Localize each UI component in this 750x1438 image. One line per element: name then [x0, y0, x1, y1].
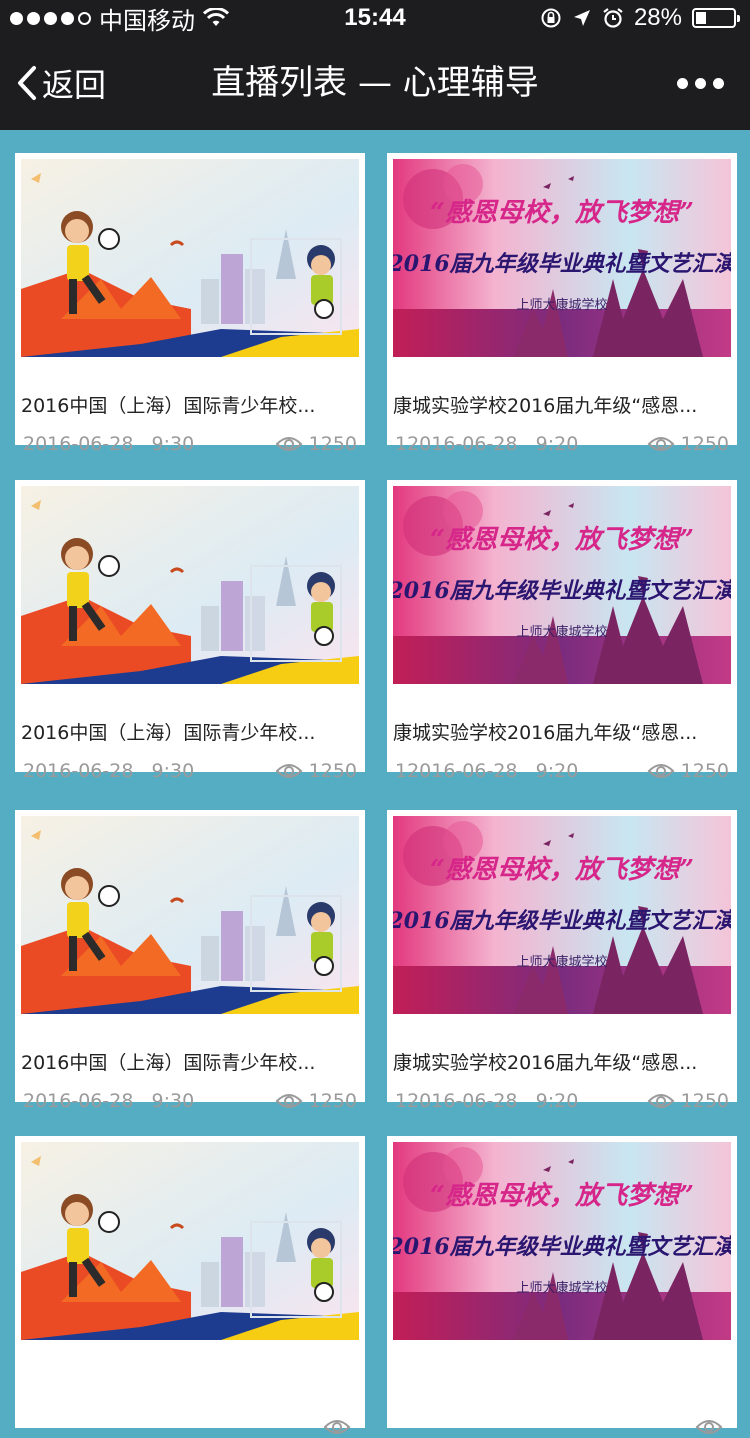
- live-card[interactable]: 2016中国（上海）国际青少年校... 2016-06-28 9:30 1250: [15, 810, 365, 1112]
- view-count: 1250: [647, 760, 729, 782]
- card-time: 9:30: [151, 760, 195, 782]
- card-meta: 12016-06-28 9:20 1250: [395, 1090, 729, 1112]
- view-count-value: 1250: [680, 433, 729, 455]
- view-count-value: 1250: [308, 433, 357, 455]
- card-time: 9:30: [151, 433, 195, 455]
- card-title: 2016中国（上海）国际青少年校...: [21, 395, 316, 417]
- card-time: 9:20: [535, 1090, 579, 1112]
- card-meta: 12016-06-28 9:20 1250: [395, 760, 729, 782]
- eye-icon: [647, 1094, 675, 1108]
- view-count: 1250: [275, 1090, 357, 1112]
- card-datetime: [395, 1416, 413, 1438]
- live-card[interactable]: [387, 1136, 737, 1434]
- card-date: 12016-06-28: [395, 760, 518, 782]
- navigation-bar: 返回 直播列表 — 心理辅导: [0, 36, 750, 130]
- card-title: 康城实验学校2016届九年级“感恩...: [393, 1052, 698, 1074]
- card-meta: 12016-06-28 9:20 1250: [395, 433, 729, 455]
- card-datetime: 12016-06-28 9:20: [395, 433, 578, 455]
- card-title: 康城实验学校2016届九年级“感恩...: [393, 395, 698, 417]
- soccer-thumbnail: [21, 816, 359, 1014]
- card-meta: 2016-06-28 9:30 1250: [23, 760, 357, 782]
- page-title: 直播列表 — 心理辅导: [211, 63, 539, 103]
- soccer-thumbnail: [21, 486, 359, 684]
- card-datetime: 2016-06-28 9:30: [23, 1090, 194, 1112]
- card-date: 12016-06-28: [395, 1090, 518, 1112]
- view-count: [695, 1418, 729, 1436]
- card-meta: [23, 1416, 357, 1438]
- eye-icon: [647, 437, 675, 451]
- live-card[interactable]: 康城实验学校2016届九年级“感恩... 12016-06-28 9:20 1250: [387, 810, 737, 1112]
- rotation-lock-icon: [541, 8, 561, 28]
- view-count: 1250: [647, 433, 729, 455]
- view-count-value: 1250: [308, 760, 357, 782]
- card-meta: 2016-06-28 9:30 1250: [23, 433, 357, 455]
- card-meta: [395, 1416, 729, 1438]
- eye-icon: [695, 1420, 723, 1434]
- card-datetime: [23, 1416, 41, 1438]
- live-card[interactable]: 康城实验学校2016届九年级“感恩... 12016-06-28 9:20 1250: [387, 480, 737, 782]
- view-count: 1250: [647, 1090, 729, 1112]
- live-card[interactable]: 2016中国（上海）国际青少年校... 2016-06-28 9:30 1250: [15, 480, 365, 782]
- card-datetime: 12016-06-28 9:20: [395, 760, 578, 782]
- battery-icon: [692, 8, 740, 28]
- card-date: 2016-06-28: [23, 760, 134, 782]
- live-card[interactable]: [15, 1136, 365, 1434]
- card-datetime: 2016-06-28 9:30: [23, 760, 194, 782]
- view-count: 1250: [275, 760, 357, 782]
- status-right: 28%: [540, 4, 740, 31]
- view-count: 1250: [275, 433, 357, 455]
- location-arrow-icon: [573, 10, 590, 26]
- eye-icon: [275, 437, 303, 451]
- graduation-thumbnail: [393, 159, 731, 357]
- battery-percent: 28%: [633, 4, 682, 31]
- more-icon[interactable]: [677, 66, 724, 100]
- card-date: 12016-06-28: [395, 433, 518, 455]
- eye-icon: [323, 1420, 351, 1434]
- live-card[interactable]: 康城实验学校2016届九年级“感恩... 12016-06-28 9:20 1250: [387, 153, 737, 455]
- card-date: 2016-06-28: [23, 1090, 134, 1112]
- eye-icon: [647, 764, 675, 778]
- card-title: 2016中国（上海）国际青少年校...: [21, 1052, 316, 1074]
- graduation-thumbnail: [393, 816, 731, 1014]
- card-date: 2016-06-28: [23, 433, 134, 455]
- card-datetime: 12016-06-28 9:20: [395, 1090, 578, 1112]
- card-title: 康城实验学校2016届九年级“感恩...: [393, 722, 698, 744]
- card-title: 2016中国（上海）国际青少年校...: [21, 722, 316, 744]
- card-meta: 2016-06-28 9:30 1250: [23, 1090, 357, 1112]
- graduation-thumbnail: [393, 1142, 731, 1340]
- live-card[interactable]: 2016中国（上海）国际青少年校... 2016-06-28 9:30 1250: [15, 153, 365, 455]
- eye-icon: [275, 1094, 303, 1108]
- view-count-value: 1250: [680, 760, 729, 782]
- card-datetime: 2016-06-28 9:30: [23, 433, 194, 455]
- card-time: 9:30: [151, 1090, 195, 1112]
- alarm-icon: [603, 8, 623, 28]
- view-count-value: 1250: [680, 1090, 729, 1112]
- status-bar: 中国移动 15:44 28%: [0, 0, 750, 36]
- soccer-thumbnail: [21, 1142, 359, 1340]
- eye-icon: [275, 764, 303, 778]
- graduation-thumbnail: [393, 486, 731, 684]
- soccer-thumbnail: [21, 159, 359, 357]
- view-count: [323, 1418, 357, 1436]
- view-count-value: 1250: [308, 1090, 357, 1112]
- card-time: 9:20: [535, 433, 579, 455]
- card-time: 9:20: [535, 760, 579, 782]
